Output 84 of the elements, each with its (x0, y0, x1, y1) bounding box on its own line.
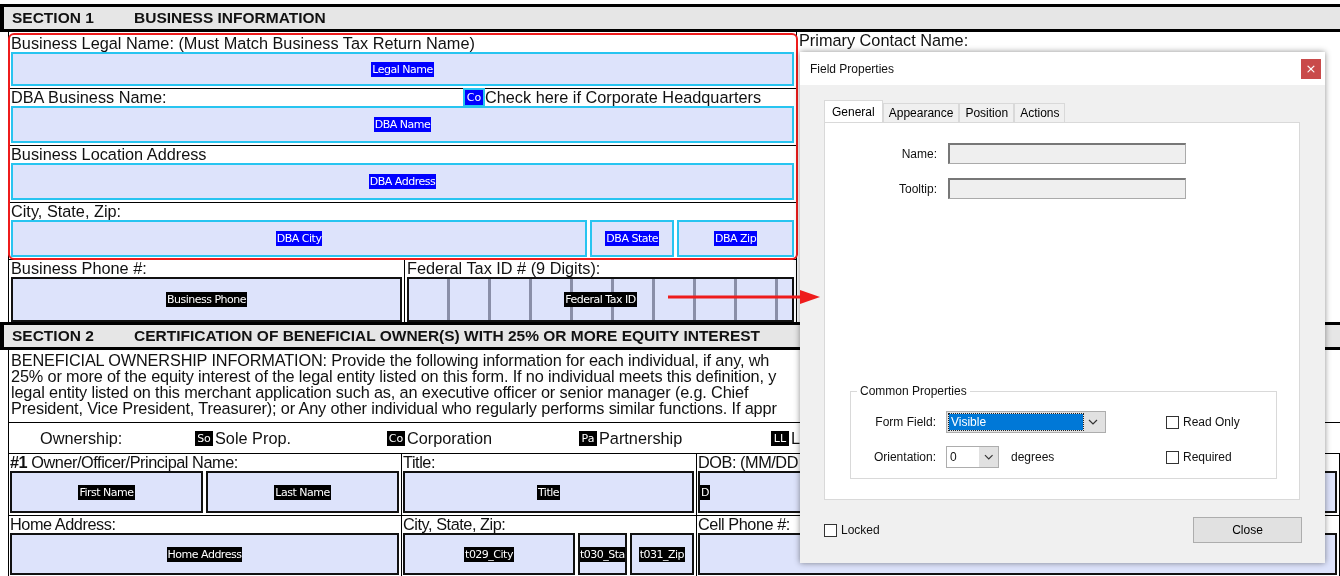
field-label: Name: (900, 146, 937, 161)
unit-label: degrees (1011, 450, 1055, 464)
form-field[interactable]: Last Name (206, 471, 399, 513)
dropdown[interactable]: Visible (946, 411, 1106, 433)
checkbox-field[interactable]: LL (771, 430, 789, 446)
field-name-tag: DBA Name (373, 117, 432, 132)
checkbox-label: Partnership (599, 429, 683, 447)
checkbox[interactable] (1166, 450, 1179, 464)
field-label: DBA Business Name: (11, 89, 167, 106)
checkbox-label: Locked (841, 523, 880, 537)
form-field[interactable]: Federal Tax ID (407, 277, 794, 322)
field-name-tag: First Name (78, 484, 135, 500)
field-name-tag: Business Phone (165, 292, 248, 307)
form-field[interactable]: t029_City (403, 533, 575, 575)
checkbox-field[interactable]: Pa (579, 430, 597, 446)
checkbox-field[interactable]: Co (387, 430, 405, 446)
field-label: #1 Owner/Officer/Principal Name: (10, 454, 238, 471)
form-field[interactable]: DBA Zip (677, 220, 794, 257)
field-name-tag: Last Name (274, 484, 331, 500)
field-label: DOB: (MM/DD (698, 454, 798, 471)
field-name-tag: D (700, 484, 710, 500)
field-label: Tooltip: (897, 181, 937, 196)
tab[interactable]: Position (959, 103, 1015, 122)
form-field[interactable]: Legal Name (11, 52, 794, 86)
form-field[interactable]: Home Address (10, 533, 399, 575)
checkbox-field[interactable]: So (195, 430, 213, 446)
group-title: Common Properties (857, 384, 970, 398)
form-field[interactable]: First Name (10, 471, 203, 513)
field-label: Title: (403, 454, 435, 471)
caret-icon (983, 454, 993, 460)
paragraph-line: President, Vice President, Treasurer); or Any other individual who regularly performs similar functions. If appr (11, 400, 777, 416)
form-field[interactable]: t030_Sta (578, 533, 627, 575)
tab[interactable]: Appearance (882, 103, 960, 122)
field-name-tag: DBA City (275, 231, 323, 246)
section-number: SECTION 1 (12, 9, 95, 27)
field-name-tag: t029_City (464, 546, 514, 562)
checkbox-label: Required (1183, 450, 1232, 464)
form-field[interactable]: Title (403, 471, 694, 513)
field-label: Ownership: (40, 429, 124, 447)
checkbox[interactable] (824, 523, 837, 537)
field-name-tag: DBA Zip (714, 231, 758, 246)
tab[interactable]: General (824, 100, 883, 122)
field-name-tag: Title (536, 484, 561, 500)
form-field[interactable]: Business Phone (11, 277, 402, 322)
field-label: Federal Tax ID # (9 Digits): (407, 260, 601, 277)
close-button[interactable]: × (1301, 58, 1321, 79)
field-label: Form Field: (874, 415, 936, 429)
field-label: Primary Contact Name: (799, 32, 969, 49)
section-number: SECTION 2 (12, 327, 95, 345)
close-button[interactable]: Close (1193, 517, 1302, 543)
field-name-tag: DBA State (605, 231, 659, 246)
form-field[interactable]: DBA State (590, 220, 675, 257)
field-label: Cell Phone #: (698, 516, 790, 533)
form-field[interactable]: DBA Address (11, 163, 794, 200)
section-title: CERTIFICATION OF BENEFICIAL OWNER(S) WITH 25% OR MORE EQUITY INTEREST (134, 327, 761, 345)
tab[interactable]: Actions (1014, 103, 1066, 122)
field-name-tag: DBA Address (368, 174, 437, 189)
field-label: Business Legal Name: (Must Match Business Tax Return Name) (11, 35, 475, 52)
field-name-tag: Legal Name (371, 61, 434, 77)
checkbox-field[interactable]: Co (465, 90, 483, 105)
section-title: BUSINESS INFORMATION (134, 9, 326, 27)
field-label: City, State, Zip: (11, 203, 122, 220)
form-field[interactable]: DBA Name (11, 106, 794, 143)
dropdown[interactable]: 0 (946, 446, 999, 468)
checkbox[interactable] (1166, 415, 1179, 429)
field-label: Business Location Address (11, 146, 207, 163)
field-label: Business Phone #: (11, 260, 147, 277)
dialog-title: Field Properties (810, 61, 895, 76)
checkbox-label: Corporation (407, 429, 493, 447)
checkbox-label: Sole Prop. (215, 429, 292, 447)
field-name-tag: t030_Sta (580, 546, 625, 562)
field-label: City, State, Zip: (403, 516, 506, 533)
field-name-tag: Federal Tax ID (564, 292, 637, 307)
checkbox-label: L (791, 429, 801, 447)
checkbox-label: Read Only (1183, 415, 1240, 429)
field-name-tag: t031_Zip (638, 546, 686, 562)
dropdown-value: Visible (949, 414, 1083, 430)
field-label: Orientation: (872, 450, 936, 464)
caret-icon (1088, 419, 1098, 425)
field-label: Home Address: (10, 516, 116, 533)
form-field[interactable]: DBA City (11, 220, 588, 257)
form-field[interactable]: t031_Zip (629, 533, 694, 575)
field-name-tag: Home Address (166, 546, 243, 562)
checkbox-label: Check here if Corporate Headquarters (485, 89, 762, 106)
